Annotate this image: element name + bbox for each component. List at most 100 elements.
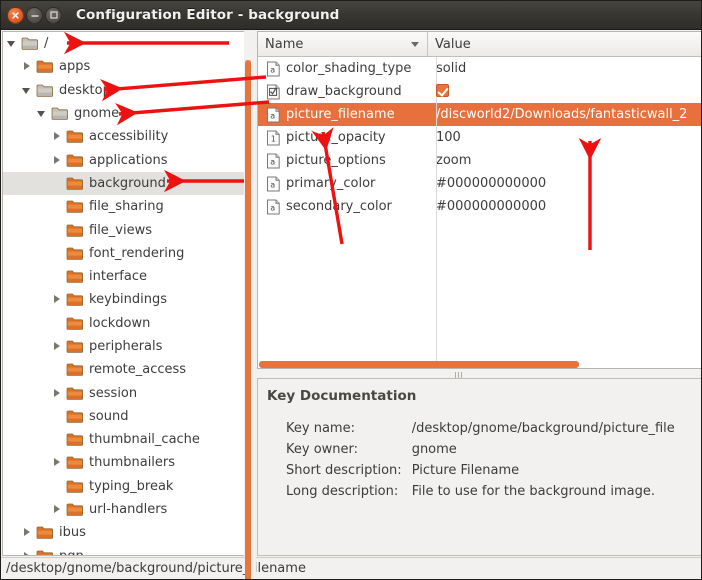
horizontal-splitter-grip[interactable] xyxy=(447,371,469,378)
folder-icon xyxy=(66,339,84,354)
key-name-label: picture_opacity xyxy=(286,130,386,145)
directory-tree: / apps desktop gnome accessibility applicatio… xyxy=(3,32,244,555)
key-value-label: zoom xyxy=(436,153,472,168)
key-row[interactable]: a secondary_color #000000000000 xyxy=(258,195,701,218)
tree-item-remote_access[interactable]: remote_access xyxy=(3,358,244,381)
minimize-icon[interactable] xyxy=(26,6,43,24)
tree-item-apps[interactable]: apps xyxy=(3,55,244,78)
folder-icon xyxy=(66,176,84,191)
key-list-scrollbar-thumb[interactable] xyxy=(259,361,579,368)
key-documentation-row: Key name: /desktop/gnome/background/pictu… xyxy=(286,421,674,442)
tree-scrollbar-thumb[interactable] xyxy=(245,60,251,579)
status-bar-path: /desktop/gnome/background/picture_filena… xyxy=(6,561,306,576)
tree-item-thumbnailers[interactable]: thumbnailers xyxy=(3,451,244,474)
chevron-right-icon[interactable] xyxy=(22,527,33,538)
key-list-horizontal-scrollbar[interactable] xyxy=(258,361,701,368)
tree-item-label: accessibility xyxy=(89,129,169,145)
close-icon[interactable] xyxy=(7,6,24,24)
tree-item-peripherals[interactable]: peripherals xyxy=(3,335,244,358)
chevron-right-icon[interactable] xyxy=(22,61,33,72)
key-name-cell: a picture_filename xyxy=(258,107,428,123)
tree-item-pgp[interactable]: pgp xyxy=(3,545,244,555)
tree-item-thumbnail_cache[interactable]: thumbnail_cache xyxy=(3,428,244,451)
key-documentation-title: Key Documentation xyxy=(267,388,417,404)
tree-item-accessibility[interactable]: accessibility xyxy=(3,125,244,148)
key-row[interactable]: a picture_options zoom xyxy=(258,149,701,172)
tree-item-label: keybindings xyxy=(89,292,167,308)
tree-vertical-scrollbar[interactable] xyxy=(245,60,251,579)
tree-item-font_rendering[interactable]: font_rendering xyxy=(3,242,244,265)
key-name-cell: draw_background xyxy=(258,84,428,100)
column-header-value[interactable]: Value xyxy=(428,32,701,56)
key-row[interactable]: 1 picture_opacity 100 xyxy=(258,126,701,149)
value-checkbox[interactable] xyxy=(436,84,449,97)
tree-item-background[interactable]: background xyxy=(3,171,244,196)
tree-item-desktop[interactable]: desktop xyxy=(3,79,244,102)
integer-key-icon: 1 xyxy=(266,130,281,146)
directory-tree-pane[interactable]: / apps desktop gnome accessibility applicatio… xyxy=(2,31,244,556)
key-value-cell[interactable] xyxy=(428,84,701,99)
key-row[interactable]: a picture_filename/discworld2/Downloads/f… xyxy=(258,103,701,126)
tree-item-file_views[interactable]: file_views xyxy=(3,218,244,241)
tree-item-label: ibus xyxy=(59,525,86,541)
tree-item-gnome[interactable]: gnome xyxy=(3,102,244,125)
key-row[interactable]: draw_background xyxy=(258,80,701,103)
key-row[interactable]: a color_shading_type solid xyxy=(258,57,701,80)
tree-item-sound[interactable]: sound xyxy=(3,405,244,428)
folder-icon xyxy=(66,432,84,447)
window-body: / apps desktop gnome accessibility applicatio… xyxy=(1,30,701,579)
chevron-right-icon[interactable] xyxy=(52,457,63,468)
chevron-right-icon[interactable] xyxy=(52,155,63,166)
chevron-right-icon[interactable] xyxy=(52,294,63,305)
chevron-right-icon[interactable] xyxy=(22,551,33,555)
column-header-name[interactable]: Name xyxy=(258,32,428,56)
folder-icon xyxy=(66,479,84,494)
boolean-key-icon xyxy=(266,84,281,100)
pane-divider[interactable] xyxy=(251,60,256,579)
key-value-label: 100 xyxy=(436,130,461,145)
maximize-icon[interactable] xyxy=(45,6,62,24)
tree-item-label: session xyxy=(89,385,138,401)
key-name-label: primary_color xyxy=(286,176,376,191)
key-documentation-row: Key owner: gnome xyxy=(286,442,674,463)
tree-item-file_sharing[interactable]: file_sharing xyxy=(3,195,244,218)
folder-icon xyxy=(66,269,84,284)
chevron-down-icon[interactable] xyxy=(22,85,33,96)
tree-item-typing_break[interactable]: typing_break xyxy=(3,475,244,498)
chevron-right-icon[interactable] xyxy=(52,341,63,352)
key-value-cell[interactable]: #000000000000 xyxy=(428,199,701,214)
tree-item-url-handlers[interactable]: url-handlers xyxy=(3,498,244,521)
chevron-right-icon[interactable] xyxy=(52,504,63,515)
key-list[interactable]: Name Value a color_shading_type solid draw_… xyxy=(257,31,701,369)
window-controls xyxy=(7,6,62,24)
chevron-right-icon[interactable] xyxy=(52,131,63,142)
tree-item-label: gnome xyxy=(74,106,120,122)
column-separator xyxy=(436,57,437,368)
key-value-cell[interactable]: 100 xyxy=(428,130,701,145)
key-value-cell[interactable]: /discworld2/Downloads/fantasticwall_2 xyxy=(428,107,701,122)
tree-item-ibus[interactable]: ibus xyxy=(3,521,244,544)
chevron-right-icon[interactable] xyxy=(52,388,63,399)
chevron-down-icon[interactable] xyxy=(37,108,48,119)
tree-item-session[interactable]: session xyxy=(3,381,244,404)
tree-item-keybindings[interactable]: keybindings xyxy=(3,288,244,311)
tree-item-[interactable]: / xyxy=(3,32,244,55)
tree-item-interface[interactable]: interface xyxy=(3,265,244,288)
key-value-cell[interactable]: zoom xyxy=(428,153,701,168)
key-value-cell[interactable]: #000000000000 xyxy=(428,176,701,191)
key-list-header: Name Value xyxy=(258,32,701,57)
tree-item-applications[interactable]: applications xyxy=(3,148,244,171)
chevron-down-icon[interactable] xyxy=(7,38,18,49)
status-bar: /desktop/gnome/background/picture_filena… xyxy=(1,557,701,579)
key-value-cell[interactable]: solid xyxy=(428,61,701,76)
key-name-cell: a color_shading_type xyxy=(258,61,428,77)
key-value-label: #000000000000 xyxy=(436,176,547,191)
tree-item-lockdown[interactable]: lockdown xyxy=(3,312,244,335)
key-name-label: secondary_color xyxy=(286,199,392,214)
key-row[interactable]: a primary_color #000000000000 xyxy=(258,172,701,195)
key-documentation-value: Picture Filename xyxy=(411,463,520,478)
